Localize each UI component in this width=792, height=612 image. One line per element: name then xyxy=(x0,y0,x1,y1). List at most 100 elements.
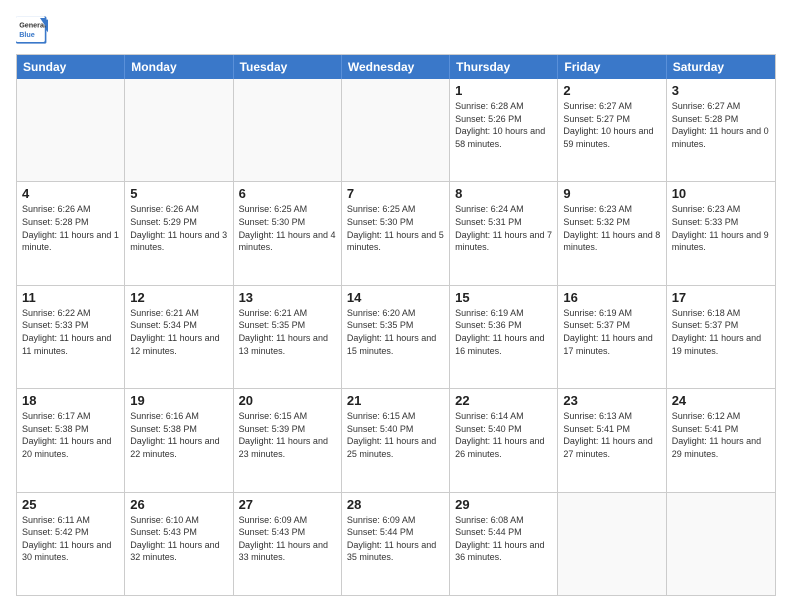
day-info: Sunrise: 6:26 AM Sunset: 5:28 PM Dayligh… xyxy=(22,203,119,253)
day-info: Sunrise: 6:26 AM Sunset: 5:29 PM Dayligh… xyxy=(130,203,227,253)
day-number: 25 xyxy=(22,497,119,512)
day-info: Sunrise: 6:10 AM Sunset: 5:43 PM Dayligh… xyxy=(130,514,227,564)
day-number: 15 xyxy=(455,290,552,305)
day-info: Sunrise: 6:23 AM Sunset: 5:32 PM Dayligh… xyxy=(563,203,660,253)
day-info: Sunrise: 6:27 AM Sunset: 5:27 PM Dayligh… xyxy=(563,100,660,150)
calendar-day-4: 4 Sunrise: 6:26 AM Sunset: 5:28 PM Daylig… xyxy=(17,182,125,284)
day-number: 4 xyxy=(22,186,119,201)
calendar-day-20: 20Sunrise: 6:15 AM Sunset: 5:39 PM Dayli… xyxy=(234,389,342,491)
day-info: Sunrise: 6:17 AM Sunset: 5:38 PM Dayligh… xyxy=(22,410,119,460)
calendar-day-16: 16 Sunrise: 6:19 AM Sunset: 5:37 PM Dayli… xyxy=(558,286,666,388)
day-number: 12 xyxy=(130,290,227,305)
calendar-day-14: 14 Sunrise: 6:20 AM Sunset: 5:35 PM Dayli… xyxy=(342,286,450,388)
day-number: 9 xyxy=(563,186,660,201)
calendar-day-23: 23Sunrise: 6:13 AM Sunset: 5:41 PM Dayli… xyxy=(558,389,666,491)
day-number: 8 xyxy=(455,186,552,201)
calendar-day-17: 17 Sunrise: 6:18 AM Sunset: 5:37 PM Dayli… xyxy=(667,286,775,388)
day-number: 2 xyxy=(563,83,660,98)
day-info: Sunrise: 6:12 AM Sunset: 5:41 PM Dayligh… xyxy=(672,410,770,460)
day-number: 19 xyxy=(130,393,227,408)
calendar-day-5: 5 Sunrise: 6:26 AM Sunset: 5:29 PM Daylig… xyxy=(125,182,233,284)
calendar: SundayMondayTuesdayWednesdayThursdayFrid… xyxy=(16,54,776,596)
day-number: 5 xyxy=(130,186,227,201)
calendar-day-28: 28Sunrise: 6:09 AM Sunset: 5:44 PM Dayli… xyxy=(342,493,450,595)
calendar-empty-cell xyxy=(17,79,125,181)
day-number: 20 xyxy=(239,393,336,408)
weekday-header-tuesday: Tuesday xyxy=(234,55,342,79)
day-number: 18 xyxy=(22,393,119,408)
svg-text:Blue: Blue xyxy=(19,30,35,39)
header: General Blue xyxy=(16,16,776,44)
calendar-empty-cell xyxy=(234,79,342,181)
day-number: 26 xyxy=(130,497,227,512)
calendar-day-2: 2 Sunrise: 6:27 AM Sunset: 5:27 PM Daylig… xyxy=(558,79,666,181)
calendar-day-7: 7Sunrise: 6:25 AM Sunset: 5:30 PM Daylig… xyxy=(342,182,450,284)
day-info: Sunrise: 6:19 AM Sunset: 5:36 PM Dayligh… xyxy=(455,307,552,357)
day-number: 24 xyxy=(672,393,770,408)
day-number: 6 xyxy=(239,186,336,201)
weekday-header-saturday: Saturday xyxy=(667,55,775,79)
day-info: Sunrise: 6:15 AM Sunset: 5:40 PM Dayligh… xyxy=(347,410,444,460)
weekday-header-monday: Monday xyxy=(125,55,233,79)
logo: General Blue xyxy=(16,16,48,44)
calendar-day-3: 3Sunrise: 6:27 AM Sunset: 5:28 PM Daylig… xyxy=(667,79,775,181)
weekday-header-wednesday: Wednesday xyxy=(342,55,450,79)
day-number: 17 xyxy=(672,290,770,305)
day-number: 22 xyxy=(455,393,552,408)
svg-text:General: General xyxy=(19,21,46,30)
calendar-row-1: 4 Sunrise: 6:26 AM Sunset: 5:28 PM Daylig… xyxy=(17,181,775,284)
day-info: Sunrise: 6:19 AM Sunset: 5:37 PM Dayligh… xyxy=(563,307,660,357)
calendar-day-19: 19 Sunrise: 6:16 AM Sunset: 5:38 PM Dayli… xyxy=(125,389,233,491)
calendar-empty-cell xyxy=(667,493,775,595)
calendar-row-0: 1Sunrise: 6:28 AM Sunset: 5:26 PM Daylig… xyxy=(17,79,775,181)
page: General Blue SundayMondayTuesdayWednesda… xyxy=(0,0,792,612)
calendar-day-12: 12Sunrise: 6:21 AM Sunset: 5:34 PM Dayli… xyxy=(125,286,233,388)
calendar-day-15: 15 Sunrise: 6:19 AM Sunset: 5:36 PM Dayli… xyxy=(450,286,558,388)
calendar-empty-cell xyxy=(342,79,450,181)
day-info: Sunrise: 6:20 AM Sunset: 5:35 PM Dayligh… xyxy=(347,307,444,357)
day-number: 27 xyxy=(239,497,336,512)
calendar-row-4: 25 Sunrise: 6:11 AM Sunset: 5:42 PM Dayli… xyxy=(17,492,775,595)
day-info: Sunrise: 6:18 AM Sunset: 5:37 PM Dayligh… xyxy=(672,307,770,357)
calendar-row-3: 18 Sunrise: 6:17 AM Sunset: 5:38 PM Dayli… xyxy=(17,388,775,491)
weekday-header-friday: Friday xyxy=(558,55,666,79)
day-info: Sunrise: 6:08 AM Sunset: 5:44 PM Dayligh… xyxy=(455,514,552,564)
logo-icon: General Blue xyxy=(16,16,48,44)
calendar-day-18: 18 Sunrise: 6:17 AM Sunset: 5:38 PM Dayli… xyxy=(17,389,125,491)
day-info: Sunrise: 6:23 AM Sunset: 5:33 PM Dayligh… xyxy=(672,203,770,253)
day-number: 3 xyxy=(672,83,770,98)
day-number: 21 xyxy=(347,393,444,408)
calendar-row-2: 11 Sunrise: 6:22 AM Sunset: 5:33 PM Dayli… xyxy=(17,285,775,388)
day-number: 11 xyxy=(22,290,119,305)
calendar-day-11: 11 Sunrise: 6:22 AM Sunset: 5:33 PM Dayli… xyxy=(17,286,125,388)
day-number: 29 xyxy=(455,497,552,512)
day-info: Sunrise: 6:16 AM Sunset: 5:38 PM Dayligh… xyxy=(130,410,227,460)
day-number: 28 xyxy=(347,497,444,512)
day-info: Sunrise: 6:22 AM Sunset: 5:33 PM Dayligh… xyxy=(22,307,119,357)
calendar-day-24: 24 Sunrise: 6:12 AM Sunset: 5:41 PM Dayli… xyxy=(667,389,775,491)
calendar-day-6: 6Sunrise: 6:25 AM Sunset: 5:30 PM Daylig… xyxy=(234,182,342,284)
calendar-day-25: 25 Sunrise: 6:11 AM Sunset: 5:42 PM Dayli… xyxy=(17,493,125,595)
calendar-day-26: 26 Sunrise: 6:10 AM Sunset: 5:43 PM Dayli… xyxy=(125,493,233,595)
day-number: 10 xyxy=(672,186,770,201)
day-info: Sunrise: 6:11 AM Sunset: 5:42 PM Dayligh… xyxy=(22,514,119,564)
day-info: Sunrise: 6:14 AM Sunset: 5:40 PM Dayligh… xyxy=(455,410,552,460)
calendar-body: 1Sunrise: 6:28 AM Sunset: 5:26 PM Daylig… xyxy=(17,79,775,595)
day-info: Sunrise: 6:28 AM Sunset: 5:26 PM Dayligh… xyxy=(455,100,552,150)
calendar-header: SundayMondayTuesdayWednesdayThursdayFrid… xyxy=(17,55,775,79)
calendar-day-22: 22 Sunrise: 6:14 AM Sunset: 5:40 PM Dayli… xyxy=(450,389,558,491)
calendar-day-8: 8Sunrise: 6:24 AM Sunset: 5:31 PM Daylig… xyxy=(450,182,558,284)
calendar-empty-cell xyxy=(558,493,666,595)
day-info: Sunrise: 6:21 AM Sunset: 5:35 PM Dayligh… xyxy=(239,307,336,357)
day-number: 14 xyxy=(347,290,444,305)
day-info: Sunrise: 6:25 AM Sunset: 5:30 PM Dayligh… xyxy=(347,203,444,253)
weekday-header-thursday: Thursday xyxy=(450,55,558,79)
calendar-day-29: 29 Sunrise: 6:08 AM Sunset: 5:44 PM Dayli… xyxy=(450,493,558,595)
day-number: 23 xyxy=(563,393,660,408)
calendar-empty-cell xyxy=(125,79,233,181)
calendar-day-9: 9 Sunrise: 6:23 AM Sunset: 5:32 PM Daylig… xyxy=(558,182,666,284)
calendar-day-10: 10 Sunrise: 6:23 AM Sunset: 5:33 PM Dayli… xyxy=(667,182,775,284)
calendar-day-27: 27Sunrise: 6:09 AM Sunset: 5:43 PM Dayli… xyxy=(234,493,342,595)
day-number: 16 xyxy=(563,290,660,305)
weekday-header-sunday: Sunday xyxy=(17,55,125,79)
